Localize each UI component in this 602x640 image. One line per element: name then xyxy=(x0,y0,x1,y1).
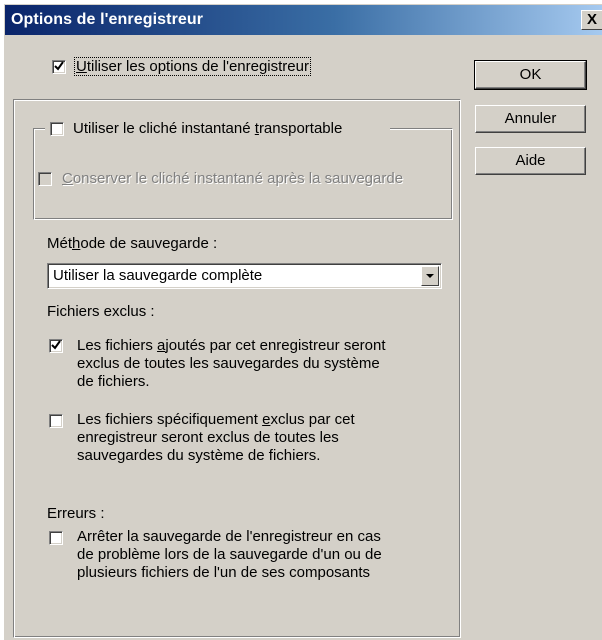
title-bar[interactable]: Options de l'enregistreur X xyxy=(5,5,602,35)
dropdown-arrow-button[interactable] xyxy=(421,266,439,286)
use-writer-options-label[interactable]: Utiliser les options de l'enregistreur xyxy=(74,57,311,76)
window-title: Options de l'enregistreur xyxy=(11,11,204,28)
backup-method-value: Utiliser la sauvegarde complète xyxy=(53,267,263,284)
stop-backup-on-error-label[interactable]: Arrêter la sauvegarde de l'enregistreur … xyxy=(77,528,452,582)
dialog-window: Options de l'enregistreur X Utiliser les… xyxy=(4,4,602,640)
ok-button[interactable]: OK xyxy=(474,60,587,90)
backup-method-label: Méthode de sauvegarde : xyxy=(47,235,218,252)
keep-snapshot-label[interactable]: Conserver le cliché instantané après la … xyxy=(62,170,403,187)
keep-snapshot-checkbox[interactable] xyxy=(38,172,52,186)
use-writer-options-checkbox[interactable] xyxy=(52,60,66,74)
added-files-excluded-checkbox[interactable] xyxy=(49,339,63,353)
stop-backup-on-error-checkbox[interactable] xyxy=(49,531,63,545)
close-button[interactable]: X xyxy=(581,10,602,30)
transportable-snapshot-checkbox[interactable] xyxy=(50,122,64,136)
added-files-excluded-label[interactable]: Les fichiers ajoutés par cet enregistreu… xyxy=(77,337,447,391)
checkmark-icon xyxy=(54,61,64,71)
specific-files-excluded-checkbox[interactable] xyxy=(49,414,63,428)
checkmark-icon xyxy=(51,340,61,350)
cancel-button[interactable]: Annuler xyxy=(475,105,586,133)
chevron-down-icon xyxy=(426,274,434,278)
errors-heading: Erreurs : xyxy=(47,505,105,522)
excluded-files-heading: Fichiers exclus : xyxy=(47,303,155,320)
transportable-snapshot-label[interactable]: Utiliser le cliché instantané transporta… xyxy=(73,120,342,137)
help-button[interactable]: Aide xyxy=(475,147,586,175)
backup-method-dropdown[interactable]: Utiliser la sauvegarde complète xyxy=(47,263,442,289)
specific-files-excluded-label[interactable]: Les fichiers spécifiquement exclus par c… xyxy=(77,411,447,465)
